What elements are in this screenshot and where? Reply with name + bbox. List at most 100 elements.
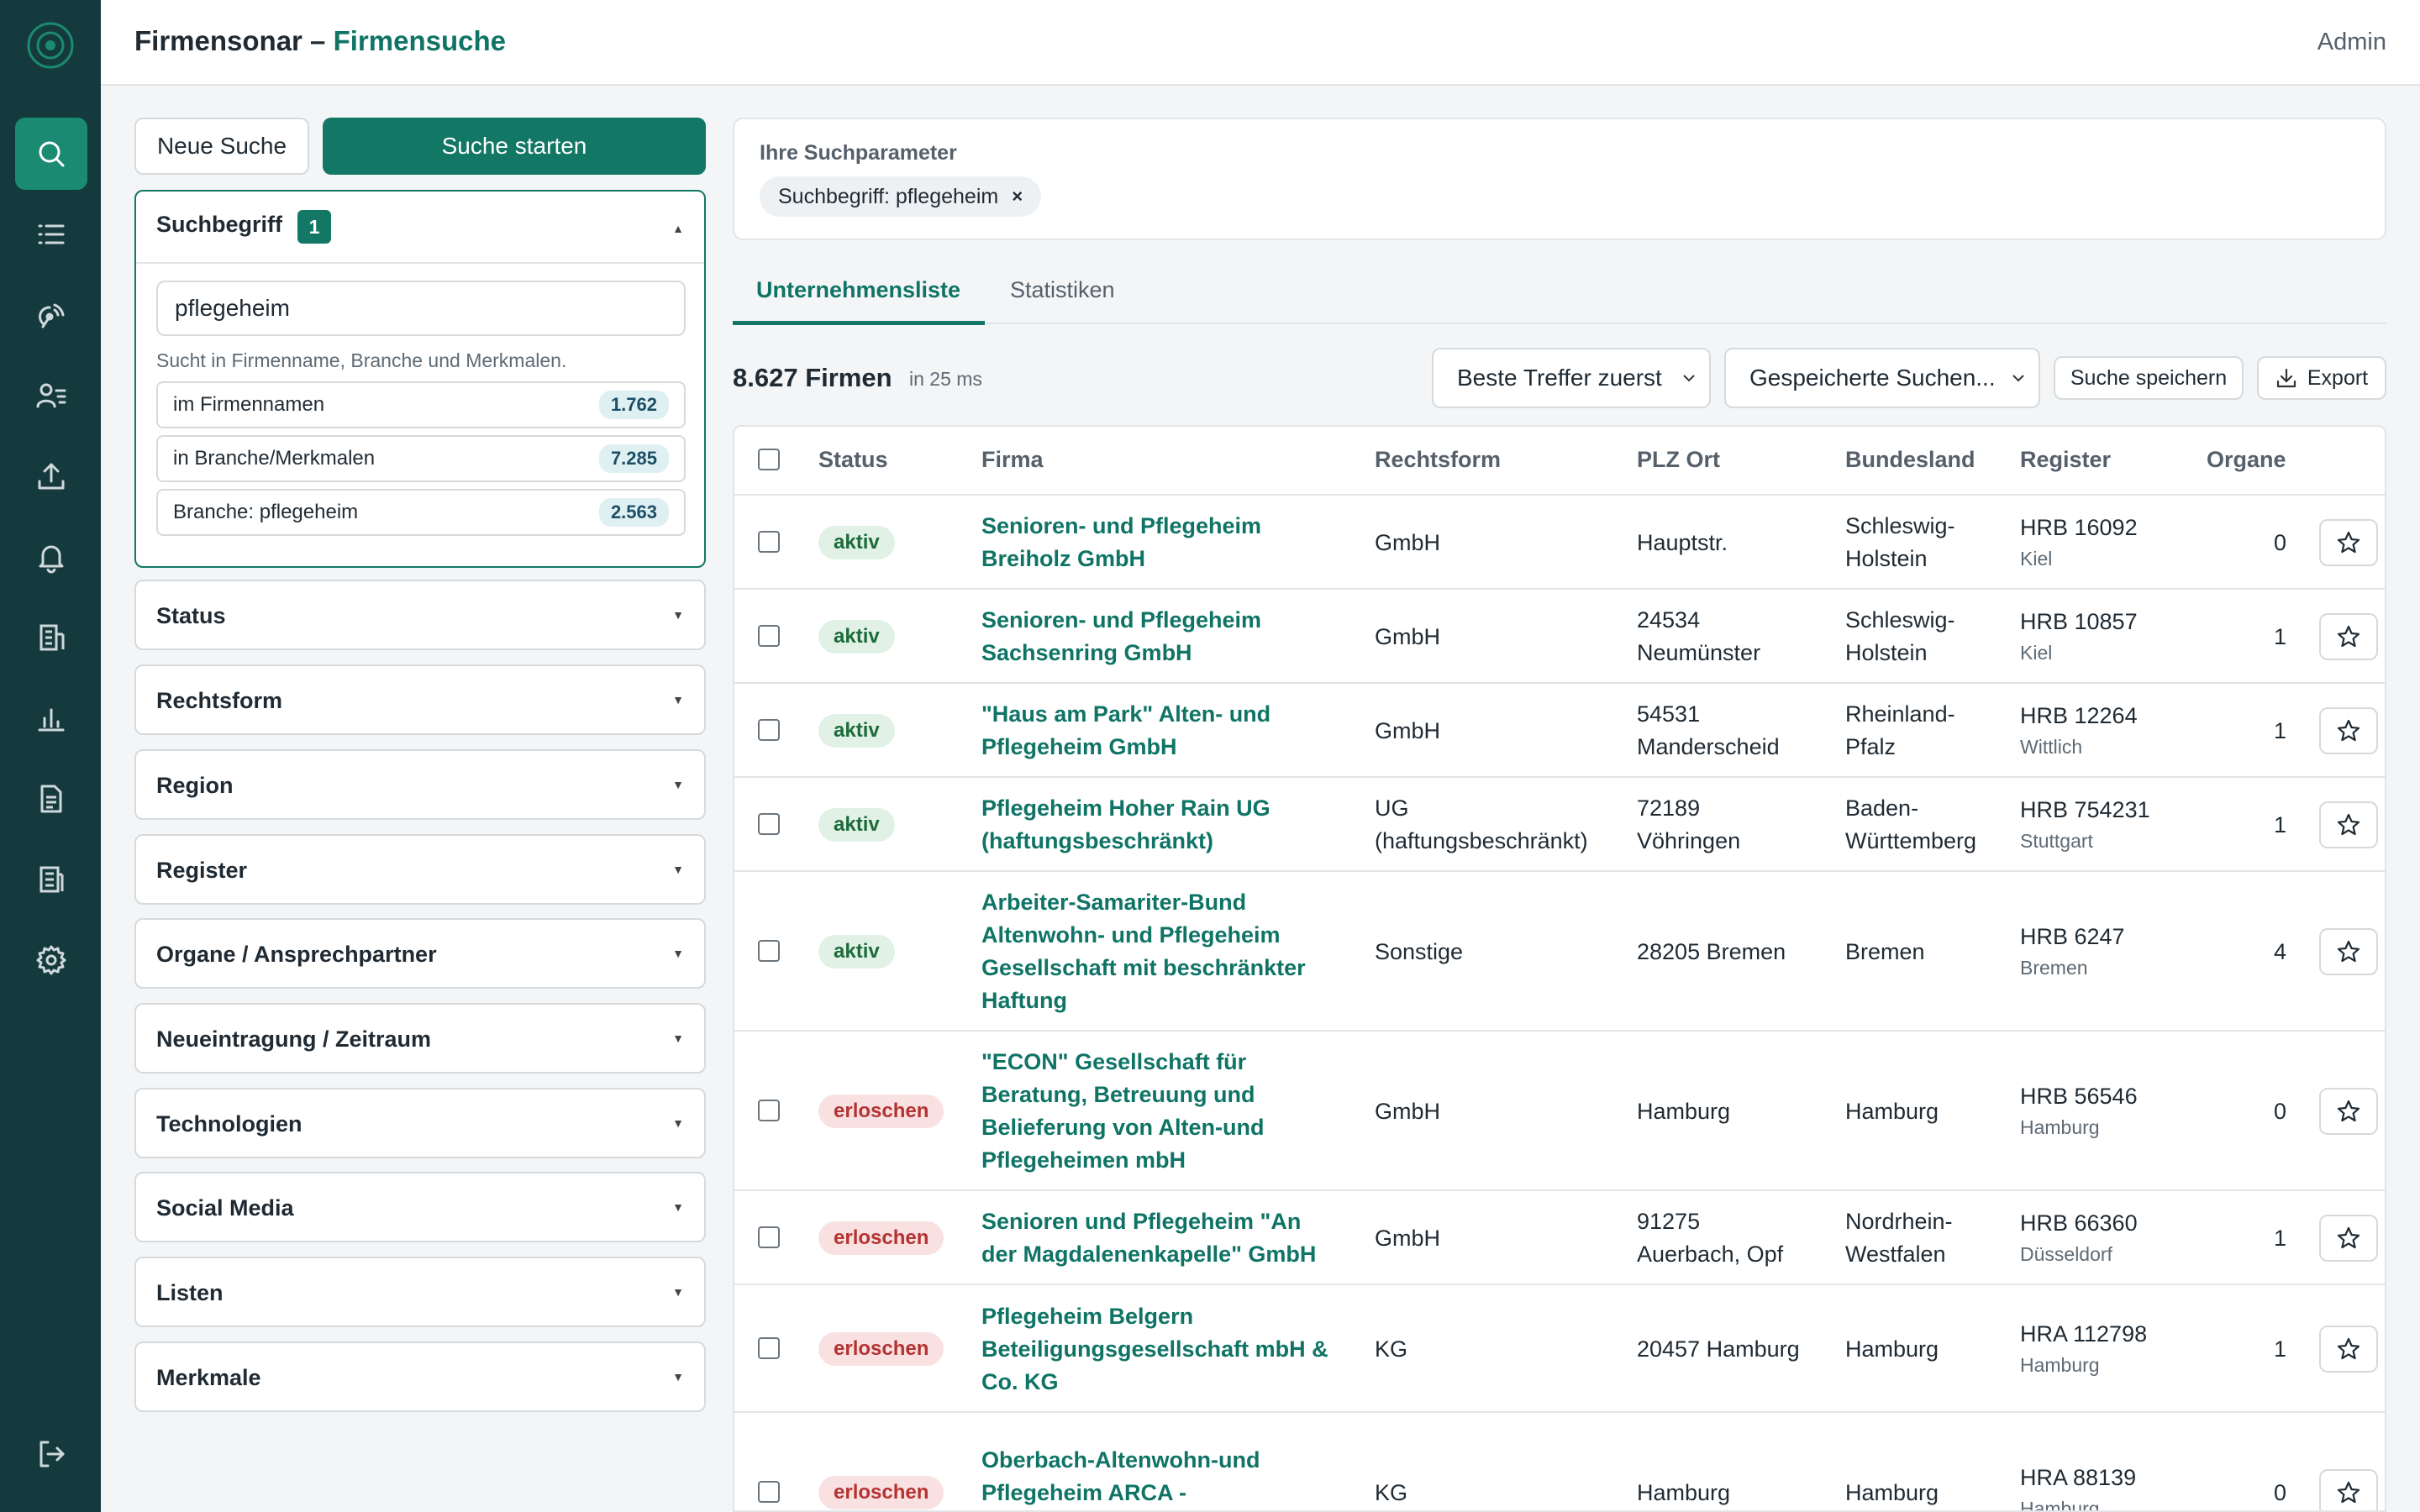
bar-chart-icon [38, 708, 65, 732]
star-icon [2337, 1481, 2360, 1504]
nav-list[interactable] [15, 198, 87, 270]
filter-social-media[interactable]: Social Media ▼ [134, 1172, 706, 1242]
company-name-link[interactable]: Senioren- und Pflegeheim Breiholz GmbH [981, 510, 1261, 575]
match-option[interactable]: in Branche/Merkmalen 7.285 [156, 435, 686, 482]
caret-down-icon: ▼ [672, 1370, 684, 1383]
nav-documents[interactable] [15, 763, 87, 835]
save-search-button[interactable]: Suche speichern [2054, 356, 2244, 400]
nav-logout[interactable] [15, 1418, 87, 1490]
document-icon [40, 785, 62, 813]
company-name-link[interactable]: Oberbach-Altenwohn-undPflegeheim ARCA -P… [981, 1444, 1334, 1510]
filter-rechtsform[interactable]: Rechtsform ▼ [134, 664, 706, 735]
favorite-button[interactable] [2319, 1469, 2378, 1510]
match-option[interactable]: im Firmennamen 1.762 [156, 381, 686, 428]
col-bundesland[interactable]: Bundesland [1845, 447, 1975, 473]
match-option[interactable]: Branche: pflegeheim 2.563 [156, 489, 686, 536]
row-checkbox[interactable] [758, 1481, 780, 1503]
favorite-button[interactable] [2319, 1215, 2378, 1262]
filter-region[interactable]: Region ▼ [134, 749, 706, 820]
status-badge: erloschen [818, 1095, 944, 1128]
col-register[interactable]: Register [2020, 447, 2111, 473]
filter-merkmale[interactable]: Merkmale ▼ [134, 1341, 706, 1412]
new-search-button[interactable]: Neue Suche [134, 118, 309, 175]
filter-organe[interactable]: Organe / Ansprechpartner ▼ [134, 918, 706, 989]
nav-companies[interactable] [15, 601, 87, 674]
register-court: Stuttgart [2020, 830, 2093, 852]
bundesland-cell: Hamburg [1845, 1333, 1939, 1366]
filter-label: Technologien [156, 1111, 302, 1137]
plz-ort-cell-line: Auerbach, Opf [1637, 1242, 1784, 1267]
organe-count: 1 [2274, 812, 2287, 837]
col-firma[interactable]: Firma [981, 447, 1044, 473]
row-checkbox[interactable] [758, 1100, 780, 1121]
row-checkbox[interactable] [758, 719, 780, 741]
favorite-button[interactable] [2319, 1088, 2378, 1135]
company-name-link[interactable]: Pflegeheim Hoher Rain UG (haftungsbeschrä… [981, 792, 1270, 858]
company-name-link-line: Sachsenring GmbH [981, 640, 1192, 665]
favorite-button[interactable] [2319, 801, 2378, 848]
filter-listen[interactable]: Listen ▼ [134, 1257, 706, 1327]
favorite-button[interactable] [2319, 707, 2378, 754]
saved-searches-value: Gespeicherte Suchen... [1749, 365, 1996, 391]
star-icon [2337, 1100, 2360, 1122]
nav-statistics[interactable] [15, 682, 87, 754]
rechtsform-cell: GmbH [1375, 1222, 1440, 1255]
company-name-link-line: Breiholz GmbH [981, 546, 1146, 571]
company-name-link[interactable]: Arbeiter-Samariter-Bund Altenwohn- und Pf… [981, 886, 1306, 1017]
col-status[interactable]: Status [818, 447, 888, 473]
caret-up-icon[interactable]: ▲ [672, 222, 684, 235]
favorite-button[interactable] [2319, 519, 2378, 566]
nav-radar[interactable] [15, 279, 87, 351]
filter-status[interactable]: Status ▼ [134, 580, 706, 650]
company-name-link[interactable]: "ECON" Gesellschaft für Beratung, Betreuu… [981, 1046, 1265, 1177]
row-checkbox[interactable] [758, 1226, 780, 1248]
export-button[interactable]: Export [2257, 356, 2386, 400]
row-checkbox[interactable] [758, 940, 780, 962]
row-checkbox[interactable] [758, 625, 780, 647]
status-badge: aktiv [818, 620, 895, 654]
row-checkbox[interactable] [758, 1337, 780, 1359]
star-icon [2337, 813, 2360, 836]
nav-upload[interactable] [15, 440, 87, 512]
nav-contacts[interactable] [15, 360, 87, 432]
nav-settings[interactable] [15, 924, 87, 996]
company-name-link[interactable]: "Haus am Park" Alten- und Pflegeheim GmbH [981, 698, 1270, 764]
plz-ort-cell-line: Neumünster [1637, 640, 1761, 665]
download-icon [2276, 368, 2296, 388]
user-menu[interactable]: Admin [2317, 29, 2386, 56]
filter-technologien[interactable]: Technologien ▼ [134, 1088, 706, 1158]
tab-unternehmensliste[interactable]: Unternehmensliste [756, 277, 960, 303]
filter-title[interactable]: Suchbegriff [156, 212, 282, 238]
col-organe[interactable]: Organe [2207, 447, 2286, 473]
filter-register[interactable]: Register ▼ [134, 834, 706, 905]
page-name: Firmensuche [333, 25, 506, 56]
plz-ort-cell-line: 28205 Bremen [1637, 939, 1786, 964]
company-name-link[interactable]: Senioren- und Pflegeheim Sachsenring GmbH [981, 604, 1261, 669]
favorite-button[interactable] [2319, 928, 2378, 975]
col-plz-ort[interactable]: PLZ Ort [1637, 447, 1720, 473]
filter-label: Neueintragung / Zeitraum [156, 1026, 432, 1052]
start-search-button[interactable]: Suche starten [323, 118, 706, 175]
close-icon[interactable]: × [1012, 186, 1023, 207]
match-label: Branche: pflegeheim [173, 501, 359, 523]
favorite-button[interactable] [2319, 1326, 2378, 1373]
nav-notifications[interactable] [15, 521, 87, 593]
row-checkbox[interactable] [758, 531, 780, 553]
saved-searches-select[interactable]: Gespeicherte Suchen... [1724, 348, 2040, 408]
sort-select[interactable]: Beste Treffer zuerst [1432, 348, 1711, 408]
nav-search[interactable] [15, 118, 87, 190]
rechtsform-cell-line: UG [1375, 795, 1409, 821]
table-row: erloschen Pflegeheim Belgern Beteiligungsg… [734, 1285, 2385, 1413]
row-checkbox[interactable] [758, 813, 780, 835]
company-name-link[interactable]: Senioren und Pflegeheim "An der Magdalene… [981, 1205, 1316, 1271]
select-all-checkbox[interactable] [758, 449, 780, 470]
favorite-button[interactable] [2319, 613, 2378, 660]
register-court: Bremen [2020, 957, 2088, 979]
nav-reports[interactable] [15, 843, 87, 916]
register-cell: HRB 16092 Kiel [2020, 512, 2138, 573]
search-term-input[interactable]: pflegeheim [156, 281, 686, 336]
col-rechtsform[interactable]: Rechtsform [1375, 447, 1501, 473]
filter-neueintragung[interactable]: Neueintragung / Zeitraum ▼ [134, 1003, 706, 1074]
company-name-link[interactable]: Pflegeheim Belgern Beteiligungsgesellscha… [981, 1300, 1328, 1399]
tab-statistiken[interactable]: Statistiken [1010, 277, 1115, 303]
